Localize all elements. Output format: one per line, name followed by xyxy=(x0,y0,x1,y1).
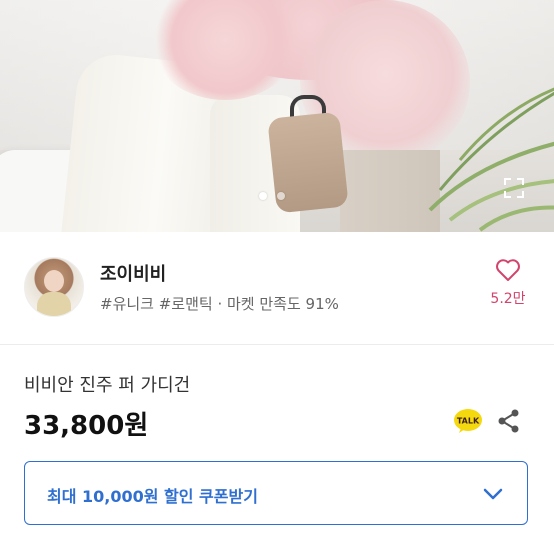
seller-tags: #유니크 #로맨틱 · 마켓 만족도 91% xyxy=(100,295,339,313)
product-price: 33,800원 xyxy=(24,411,149,441)
seller-name[interactable]: 조이비비 xyxy=(100,260,166,286)
section-divider xyxy=(0,344,554,345)
svg-text:TALK: TALK xyxy=(457,417,480,426)
share-icon[interactable] xyxy=(496,408,522,434)
avatar-figure-face xyxy=(44,270,64,292)
gallery-dot[interactable] xyxy=(277,192,285,200)
product-name: 비비안 진주 퍼 가디건 xyxy=(24,375,191,396)
like-button[interactable]: 5.2만 xyxy=(480,258,536,308)
product-image[interactable] xyxy=(0,0,554,232)
seller-info: 조이비비 #유니크 #로맨틱 · 마켓 만족도 91% 5.2만 xyxy=(0,232,554,342)
coupon-label: 최대 10,000원 할인 쿠폰받기 xyxy=(47,487,258,506)
coupon-button[interactable]: 최대 10,000원 할인 쿠폰받기 xyxy=(24,461,528,525)
heart-icon xyxy=(496,259,520,281)
expand-icon[interactable] xyxy=(503,177,525,199)
avatar-figure-body xyxy=(37,292,71,316)
seller-avatar[interactable] xyxy=(24,257,84,317)
like-count: 5.2만 xyxy=(490,291,526,307)
gallery-indicator xyxy=(259,192,285,200)
kakaotalk-icon[interactable]: TALK xyxy=(453,408,483,434)
chevron-down-icon xyxy=(483,488,503,500)
gallery-dot[interactable] xyxy=(259,192,267,200)
image-plant xyxy=(428,87,554,232)
